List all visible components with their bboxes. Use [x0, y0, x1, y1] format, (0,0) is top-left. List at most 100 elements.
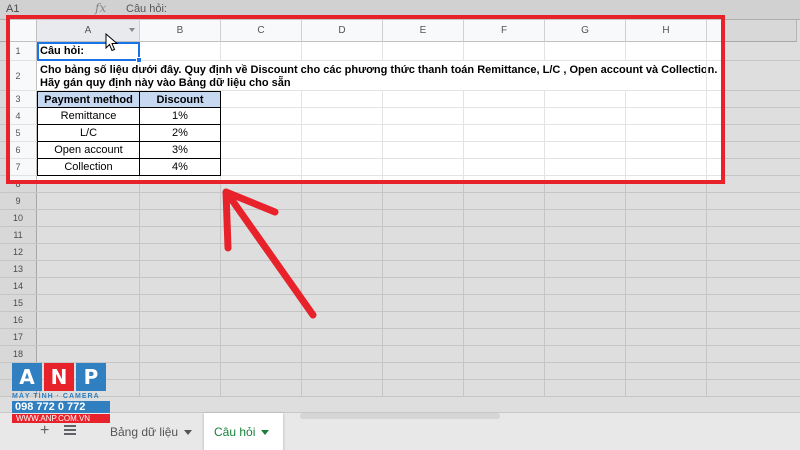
- column-header-h[interactable]: H: [626, 20, 707, 42]
- cell[interactable]: [626, 210, 707, 226]
- cell[interactable]: [37, 329, 140, 345]
- row-header[interactable]: 1: [0, 42, 37, 60]
- cell[interactable]: [383, 159, 464, 175]
- cell[interactable]: [626, 227, 707, 243]
- cell[interactable]: [37, 346, 140, 362]
- cell[interactable]: [221, 227, 302, 243]
- cell[interactable]: [464, 380, 545, 396]
- cell[interactable]: [464, 159, 545, 175]
- cell[interactable]: [545, 61, 626, 90]
- row-header[interactable]: 4: [0, 108, 37, 124]
- row-header[interactable]: 5: [0, 125, 37, 141]
- cell[interactable]: [221, 193, 302, 209]
- cell[interactable]: [221, 61, 302, 90]
- row-header[interactable]: 13: [0, 261, 37, 277]
- cell[interactable]: [302, 312, 383, 328]
- cell[interactable]: [545, 159, 626, 175]
- cell[interactable]: [626, 380, 707, 396]
- cell[interactable]: [37, 176, 140, 192]
- payment-method-cell[interactable]: Open account: [37, 142, 140, 159]
- cell[interactable]: [302, 108, 383, 124]
- cell[interactable]: [140, 261, 221, 277]
- cell[interactable]: [626, 142, 707, 158]
- column-header-d[interactable]: D: [302, 20, 383, 42]
- cell[interactable]: [626, 363, 707, 379]
- cell[interactable]: [383, 176, 464, 192]
- cell[interactable]: [383, 346, 464, 362]
- cell[interactable]: [37, 312, 140, 328]
- row-header[interactable]: 9: [0, 193, 37, 209]
- row-header[interactable]: 17: [0, 329, 37, 345]
- column-header-c[interactable]: C: [221, 20, 302, 42]
- tab-menu-icon[interactable]: [261, 430, 270, 436]
- cell[interactable]: [383, 261, 464, 277]
- select-all-corner[interactable]: [0, 20, 37, 42]
- row-header[interactable]: 16: [0, 312, 37, 328]
- column-menu-icon[interactable]: [129, 28, 135, 32]
- cell[interactable]: [302, 295, 383, 311]
- cell[interactable]: [626, 346, 707, 362]
- cell[interactable]: [302, 210, 383, 226]
- row-header[interactable]: 8: [0, 176, 37, 192]
- cell[interactable]: [37, 227, 140, 243]
- cell[interactable]: [302, 261, 383, 277]
- cell[interactable]: [626, 193, 707, 209]
- cell[interactable]: [545, 193, 626, 209]
- cell[interactable]: [302, 142, 383, 158]
- table-header-discount[interactable]: Discount: [140, 91, 221, 108]
- cell[interactable]: [140, 193, 221, 209]
- cell[interactable]: [37, 244, 140, 260]
- cell[interactable]: [383, 108, 464, 124]
- cell[interactable]: [464, 261, 545, 277]
- spreadsheet-grid[interactable]: A B C D E F G H 1 Câu hỏi: 2 Cho bảng số…: [0, 20, 800, 412]
- cell[interactable]: [140, 380, 221, 396]
- cell[interactable]: [626, 278, 707, 294]
- column-header-a[interactable]: A: [37, 20, 140, 42]
- cell[interactable]: [221, 142, 302, 158]
- cell[interactable]: [383, 142, 464, 158]
- cell[interactable]: [626, 295, 707, 311]
- cell[interactable]: [302, 61, 383, 90]
- cell[interactable]: [626, 329, 707, 345]
- cell[interactable]: [140, 363, 221, 379]
- cell[interactable]: [140, 295, 221, 311]
- cell[interactable]: [221, 295, 302, 311]
- cell[interactable]: [383, 125, 464, 141]
- cell[interactable]: [221, 176, 302, 192]
- cell[interactable]: [626, 159, 707, 175]
- cell[interactable]: [545, 278, 626, 294]
- cell[interactable]: [221, 244, 302, 260]
- row-header[interactable]: 2: [0, 61, 37, 90]
- row-header[interactable]: 6: [0, 142, 37, 158]
- cell[interactable]: [140, 176, 221, 192]
- cell[interactable]: [545, 312, 626, 328]
- cell[interactable]: [221, 125, 302, 141]
- cell[interactable]: [302, 193, 383, 209]
- tab-cau-hoi[interactable]: Câu hỏi: [204, 413, 283, 450]
- fill-handle[interactable]: [136, 57, 142, 63]
- cell[interactable]: [383, 210, 464, 226]
- cell[interactable]: [383, 42, 464, 60]
- cell[interactable]: [37, 295, 140, 311]
- row-header[interactable]: 10: [0, 210, 37, 226]
- cell[interactable]: [140, 227, 221, 243]
- cell[interactable]: [37, 278, 140, 294]
- cell[interactable]: [383, 61, 464, 90]
- cell[interactable]: [140, 278, 221, 294]
- cell[interactable]: [221, 210, 302, 226]
- cell[interactable]: [464, 210, 545, 226]
- cell[interactable]: [626, 42, 707, 60]
- cell[interactable]: [383, 380, 464, 396]
- cell[interactable]: [626, 91, 707, 107]
- cell[interactable]: [464, 312, 545, 328]
- cell[interactable]: [37, 210, 140, 226]
- cell[interactable]: [464, 108, 545, 124]
- cell[interactable]: [221, 312, 302, 328]
- cell[interactable]: [221, 261, 302, 277]
- cell[interactable]: [545, 42, 626, 60]
- cell[interactable]: [383, 278, 464, 294]
- cell[interactable]: [302, 227, 383, 243]
- cell[interactable]: [626, 244, 707, 260]
- cell[interactable]: [383, 244, 464, 260]
- cell[interactable]: [302, 278, 383, 294]
